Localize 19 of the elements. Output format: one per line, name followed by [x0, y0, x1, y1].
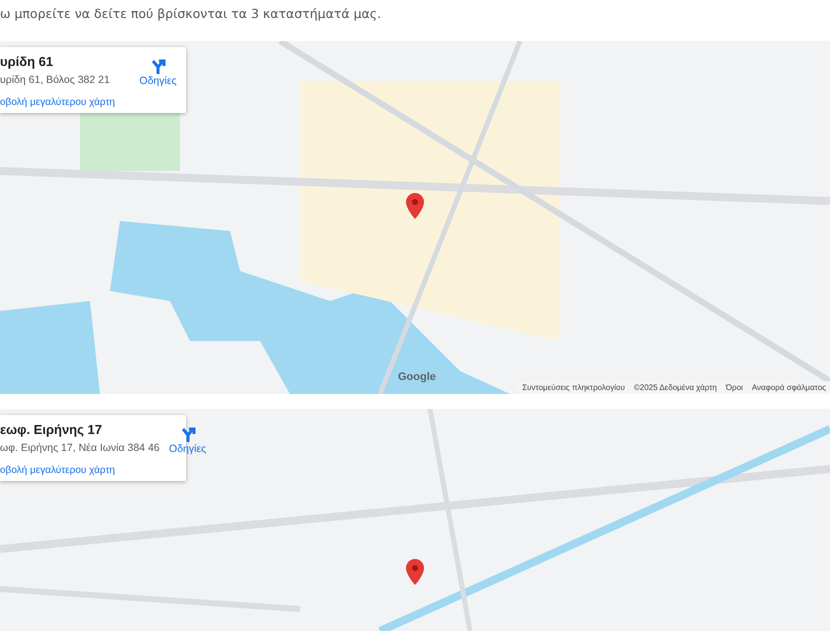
place-title: υρίδη 61	[0, 54, 54, 69]
map-pin-icon	[406, 559, 424, 585]
place-address: υρίδη 61, Βόλος 382 21	[0, 74, 111, 86]
place-address: ωφ. Ειρήνης 17, Νέα Ιωνία 384 46	[0, 442, 160, 454]
map-pin-icon	[406, 193, 424, 219]
directions-button[interactable]: Οδηγίες	[130, 54, 186, 88]
map-drawing[interactable]	[0, 41, 830, 394]
attribution-link[interactable]: Συντομεύσεις πληκτρολογίου	[522, 383, 625, 392]
place-title: εωφ. Ειρήνης 17	[0, 422, 103, 437]
attribution-link[interactable]: Αναφορά σφάλματος	[752, 383, 826, 392]
directions-button[interactable]: Οδηγίες	[160, 422, 216, 456]
map-drawing[interactable]	[0, 409, 830, 631]
larger-map-link[interactable]: οβολή μεγαλύτερου χάρτη	[0, 465, 115, 476]
attribution-link[interactable]: Όροι	[726, 383, 743, 392]
intro-text: ω μπορείτε να δείτε πού βρίσκονται τα 3 καταστήματά μας.	[0, 5, 382, 23]
attribution-link[interactable]: ©2025 Δεδομένα χάρτη	[634, 383, 717, 392]
larger-map-link[interactable]: οβολή μεγαλύτερου χάρτη	[0, 97, 115, 108]
google-logo: Google	[398, 371, 436, 383]
directions-arrow-icon	[149, 57, 167, 75]
